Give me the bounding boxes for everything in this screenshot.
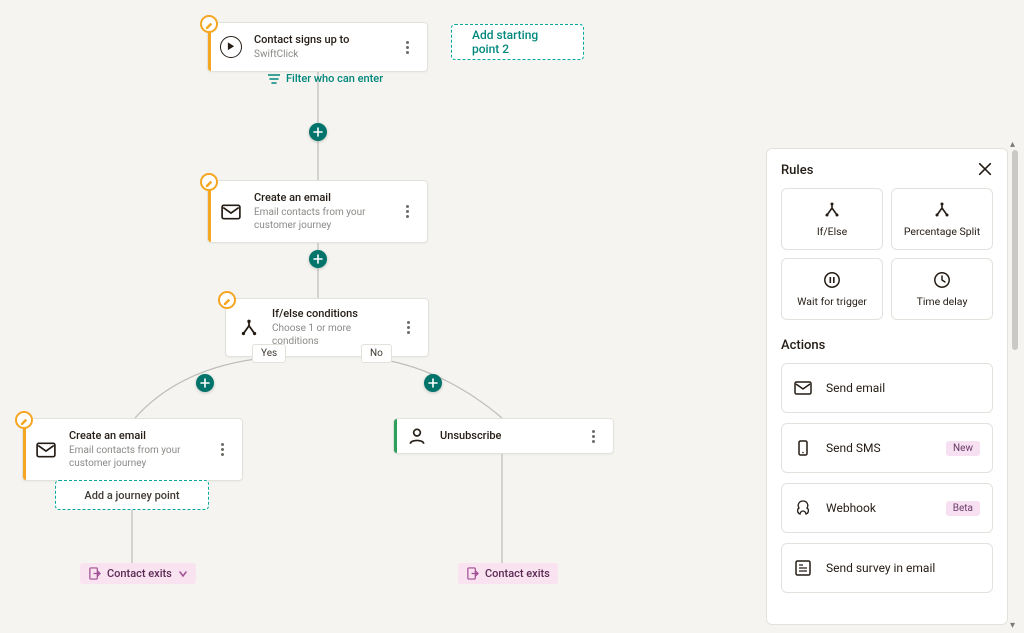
label: Filter who can enter bbox=[286, 72, 383, 85]
actions-title: Actions bbox=[781, 338, 993, 353]
scroll-up-icon: ▴ bbox=[1010, 139, 1015, 150]
node-menu-icon[interactable] bbox=[399, 205, 415, 218]
label: Send SMS bbox=[826, 441, 932, 455]
survey-icon bbox=[794, 559, 812, 577]
rules-grid: If/Else Percentage Split Wait for trigge… bbox=[781, 188, 993, 320]
branch-no-label: No bbox=[361, 344, 392, 363]
pause-icon bbox=[823, 271, 841, 289]
node-subtitle: Email contacts from your customer journe… bbox=[69, 444, 206, 470]
add-step-button[interactable] bbox=[424, 374, 442, 392]
node-title: Create an email bbox=[69, 429, 206, 443]
node-menu-icon[interactable] bbox=[400, 321, 416, 334]
node-menu-icon[interactable] bbox=[585, 430, 601, 443]
webhook-icon bbox=[794, 499, 812, 517]
panel-scrollbar[interactable]: ▴ ▾ bbox=[1012, 148, 1018, 625]
rule-time-delay[interactable]: Time delay bbox=[891, 258, 993, 320]
badge-beta: Beta bbox=[946, 501, 980, 516]
action-send-survey[interactable]: Send survey in email bbox=[781, 543, 993, 593]
exit-icon bbox=[88, 567, 101, 580]
split-icon bbox=[823, 201, 841, 219]
close-icon bbox=[977, 161, 993, 177]
badge-new: New bbox=[946, 441, 980, 456]
action-send-sms[interactable]: Send SMS New bbox=[781, 423, 993, 473]
label: Send email bbox=[826, 381, 980, 395]
label: Percentage Split bbox=[904, 225, 980, 238]
rule-percentage-split[interactable]: Percentage Split bbox=[891, 188, 993, 250]
node-title: Contact signs up to bbox=[254, 33, 391, 47]
rule-wait-trigger[interactable]: Wait for trigger bbox=[781, 258, 883, 320]
node-menu-icon[interactable] bbox=[399, 41, 415, 54]
filter-who-can-enter-link[interactable]: Filter who can enter bbox=[268, 72, 383, 85]
node-subtitle: Email contacts from your customer journe… bbox=[254, 206, 391, 232]
node-title: Create an email bbox=[254, 191, 391, 205]
exit-icon bbox=[466, 567, 479, 580]
node-create-email-2[interactable]: Create an email Email contacts from your… bbox=[22, 418, 243, 481]
action-webhook[interactable]: Webhook Beta bbox=[781, 483, 993, 533]
node-title: If/else conditions bbox=[272, 307, 392, 321]
label: Time delay bbox=[917, 295, 968, 308]
label: If/Else bbox=[817, 225, 847, 238]
label: Contact exits bbox=[485, 567, 550, 580]
rule-ifelse[interactable]: If/Else bbox=[781, 188, 883, 250]
label: Add a journey point bbox=[84, 489, 179, 502]
chevron-down-icon bbox=[178, 569, 188, 579]
phone-icon bbox=[794, 439, 812, 457]
side-panel: Rules If/Else Percentage Split Wait for … bbox=[766, 148, 1008, 625]
action-send-email[interactable]: Send email bbox=[781, 363, 993, 413]
mail-icon bbox=[35, 439, 57, 461]
label: Contact exits bbox=[107, 567, 172, 580]
add-step-button[interactable] bbox=[309, 123, 327, 141]
add-step-button[interactable] bbox=[196, 374, 214, 392]
split-icon bbox=[933, 201, 951, 219]
node-unsubscribe[interactable]: Unsubscribe bbox=[393, 418, 614, 454]
label: Send survey in email bbox=[826, 561, 980, 575]
node-accent bbox=[394, 419, 397, 453]
close-button[interactable] bbox=[973, 157, 997, 181]
add-journey-point-button[interactable]: Add a journey point bbox=[55, 480, 209, 510]
mail-icon bbox=[220, 201, 242, 223]
node-start[interactable]: Contact signs up to SwiftClick bbox=[207, 22, 428, 72]
rules-title: Rules bbox=[781, 163, 993, 178]
label: Webhook bbox=[826, 501, 932, 515]
split-icon bbox=[238, 317, 260, 339]
pencil-icon[interactable] bbox=[200, 15, 218, 33]
add-step-button[interactable] bbox=[309, 250, 327, 268]
node-subtitle: SwiftClick bbox=[254, 48, 391, 61]
mail-icon bbox=[794, 379, 812, 397]
label: Wait for trigger bbox=[797, 295, 867, 308]
filter-icon bbox=[268, 74, 280, 84]
node-menu-icon[interactable] bbox=[214, 443, 230, 456]
contact-exits-right[interactable]: Contact exits bbox=[458, 563, 558, 584]
label: Add starting point 2 bbox=[472, 28, 563, 56]
play-icon bbox=[220, 36, 242, 58]
pencil-icon[interactable] bbox=[200, 173, 218, 191]
clock-icon bbox=[933, 271, 951, 289]
branch-yes-label: Yes bbox=[252, 344, 286, 363]
node-title: Unsubscribe bbox=[440, 429, 577, 443]
scroll-down-icon: ▾ bbox=[1010, 620, 1015, 631]
side-panel-container: Rules If/Else Percentage Split Wait for … bbox=[766, 148, 1018, 625]
contact-exits-left[interactable]: Contact exits bbox=[80, 563, 196, 584]
pencil-icon[interactable] bbox=[218, 291, 236, 309]
person-icon bbox=[406, 425, 428, 447]
pencil-icon[interactable] bbox=[15, 411, 33, 429]
node-create-email-1[interactable]: Create an email Email contacts from your… bbox=[207, 180, 428, 243]
add-starting-point-button[interactable]: Add starting point 2 bbox=[451, 24, 584, 60]
